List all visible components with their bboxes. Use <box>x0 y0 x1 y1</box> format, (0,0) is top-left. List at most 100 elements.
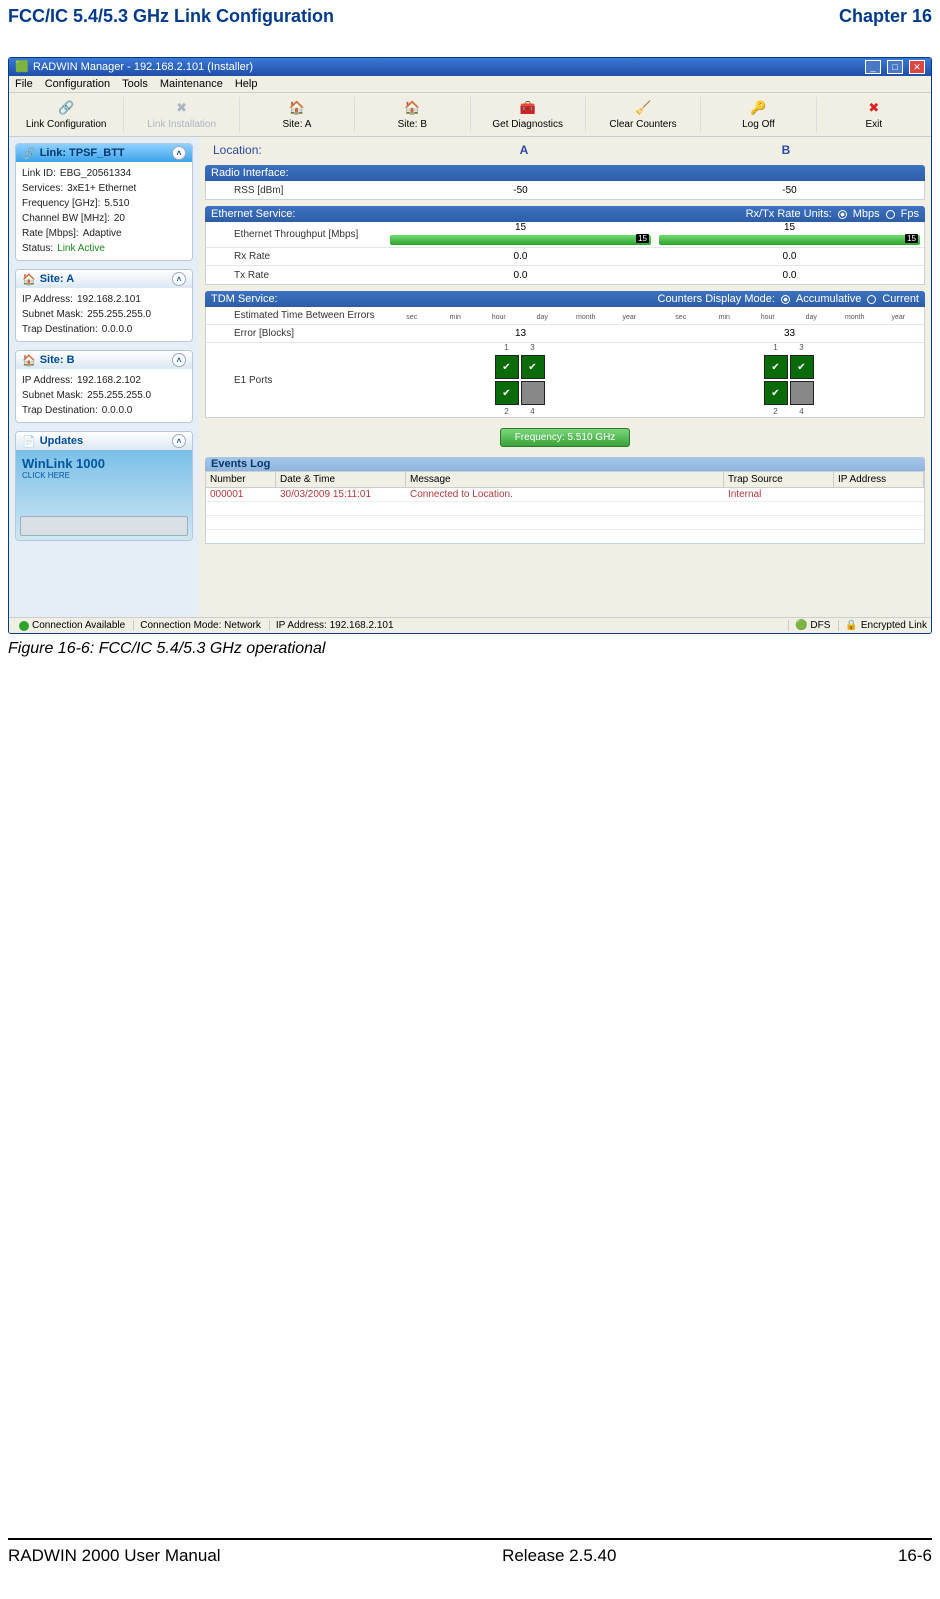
e1-port-b3[interactable]: ✔ <box>790 355 814 379</box>
status-encrypted: 🔒Encrypted Link <box>838 620 927 631</box>
e1-port-b1[interactable]: ✔ <box>764 355 788 379</box>
menu-configuration[interactable]: Configuration <box>45 78 110 90</box>
page-header: FCC/IC 5.4/5.3 GHz Link Configuration Ch… <box>8 6 932 27</box>
sidebar: 🔗 Link: TPSF_BTT ˄ Link ID:EBG_20561334 … <box>9 137 199 617</box>
chevron-up-icon[interactable]: ˄ <box>172 434 186 448</box>
tb-log-off[interactable]: 🔑Log Off <box>701 97 816 132</box>
menu-help[interactable]: Help <box>235 78 258 90</box>
tdm-section: TDM Service: Counters Display Mode: Accu… <box>205 291 925 418</box>
panel-site-b: 🏠 Site: B ˄ IP Address:192.168.2.102 Sub… <box>15 350 193 423</box>
link-icon: 🔗 <box>57 99 75 117</box>
panel-site-b-header[interactable]: 🏠 Site: B ˄ <box>16 351 192 369</box>
panel-link-body: Link ID:EBG_20561334 Services:3xE1+ Ethe… <box>16 162 192 260</box>
diagnostics-icon: 🧰 <box>519 99 537 117</box>
tb-link-configuration[interactable]: 🔗Link Configuration <box>9 97 124 132</box>
radio-current[interactable] <box>867 295 876 304</box>
titlebar: 🟩 RADWIN Manager - 192.168.2.101 (Instal… <box>9 58 931 76</box>
tdm-header: TDM Service: Counters Display Mode: Accu… <box>205 291 925 307</box>
menubar: File Configuration Tools Maintenance Hel… <box>9 76 931 93</box>
menu-maintenance[interactable]: Maintenance <box>160 78 223 90</box>
main-area: Location: A B Radio Interface: RSS [dBm]… <box>199 137 931 617</box>
figure-caption: Figure 16-6: FCC/IC 5.4/5.3 GHz operatio… <box>8 640 932 658</box>
e1-port-a3[interactable]: ✔ <box>521 355 545 379</box>
lock-icon: 🔒 <box>845 620 857 631</box>
ethernet-section: Ethernet Service: Rx/Tx Rate Units: Mbps… <box>205 206 925 285</box>
menu-file[interactable]: File <box>15 78 33 90</box>
events-table: Number Date & Time Message Trap Source I… <box>205 471 925 544</box>
chevron-up-icon[interactable]: ˄ <box>172 353 186 367</box>
col-number[interactable]: Number <box>206 472 276 487</box>
close-button[interactable]: ✕ <box>909 60 925 74</box>
app-title: RADWIN Manager - 192.168.2.101 (Installe… <box>33 61 253 73</box>
toolbar: 🔗Link Configuration ✖Link Installation 🏠… <box>9 93 931 137</box>
e1-port-a4[interactable] <box>521 381 545 405</box>
site-b-small-icon: 🏠 <box>22 354 36 367</box>
panel-site-b-body: IP Address:192.168.2.102 Subnet Mask:255… <box>16 369 192 422</box>
tb-site-a[interactable]: 🏠Site: A <box>240 97 355 132</box>
footer-left: RADWIN 2000 User Manual <box>8 1546 221 1566</box>
column-a-header: A <box>393 143 655 157</box>
panel-updates: 📄 Updates ˄ WinLink 1000 CLICK HERE <box>15 431 193 541</box>
radio-fps[interactable] <box>886 210 895 219</box>
panel-link: 🔗 Link: TPSF_BTT ˄ Link ID:EBG_20561334 … <box>15 143 193 261</box>
status-ip: IP Address: 192.168.2.101 <box>269 620 394 631</box>
events-header: Events Log <box>205 457 925 471</box>
device-graphic <box>20 516 188 536</box>
panel-link-header[interactable]: 🔗 Link: TPSF_BTT ˄ <box>16 144 192 162</box>
tb-site-b[interactable]: 🏠Site: B <box>355 97 470 132</box>
e1-ports-a: 13 ✔✔ ✔ 24 <box>495 343 547 417</box>
e1-port-a1[interactable]: ✔ <box>495 355 519 379</box>
header-left: FCC/IC 5.4/5.3 GHz Link Configuration <box>8 6 334 27</box>
radio-mbps[interactable] <box>838 210 847 219</box>
event-row-blank <box>206 501 924 515</box>
e1-port-a2[interactable]: ✔ <box>495 381 519 405</box>
panel-site-a-body: IP Address:192.168.2.101 Subnet Mask:255… <box>16 288 192 341</box>
footer-center: Release 2.5.40 <box>502 1546 616 1566</box>
e1-port-b2[interactable]: ✔ <box>764 381 788 405</box>
e1-port-b4[interactable] <box>790 381 814 405</box>
minimize-button[interactable]: _ <box>865 60 881 74</box>
menu-tools[interactable]: Tools <box>122 78 148 90</box>
tb-link-installation[interactable]: ✖Link Installation <box>124 97 239 132</box>
status-dfs: 🟢DFS <box>788 620 830 631</box>
footer-right: 16-6 <box>898 1546 932 1566</box>
chevron-up-icon[interactable]: ˄ <box>172 146 186 160</box>
e1-ports-b: 13 ✔✔ ✔ 24 <box>764 343 816 417</box>
page-footer: RADWIN 2000 User Manual Release 2.5.40 1… <box>8 1538 932 1566</box>
radio-section: Radio Interface: RSS [dBm]-50-50 <box>205 165 925 200</box>
col-ipaddress[interactable]: IP Address <box>834 472 924 487</box>
status-dot-icon <box>19 621 29 631</box>
event-row[interactable]: 000001 30/03/2009 15:11:01 Connected to … <box>206 488 924 501</box>
chevron-up-icon[interactable]: ˄ <box>172 272 186 286</box>
updates-promo[interactable]: WinLink 1000 CLICK HERE <box>16 450 192 540</box>
status-connection: Connection Available <box>13 620 125 631</box>
events-section: Events Log Number Date & Time Message Tr… <box>205 457 925 544</box>
col-datetime[interactable]: Date & Time <box>276 472 406 487</box>
timescale-a: secminhourdaymonthyear <box>386 311 655 321</box>
throughput-bar-a: 015 <box>390 233 651 247</box>
header-right: Chapter 16 <box>839 6 932 27</box>
clear-icon: 🧹 <box>634 99 652 117</box>
col-trapsource[interactable]: Trap Source <box>724 472 834 487</box>
panel-site-a: 🏠 Site: A ˄ IP Address:192.168.2.101 Sub… <box>15 269 193 342</box>
tb-clear-counters[interactable]: 🧹Clear Counters <box>586 97 701 132</box>
ethernet-header: Ethernet Service: Rx/Tx Rate Units: Mbps… <box>205 206 925 222</box>
install-icon: ✖ <box>173 99 191 117</box>
maximize-button[interactable]: □ <box>887 60 903 74</box>
exit-icon: ✖ <box>865 99 883 117</box>
tb-exit[interactable]: ✖Exit <box>817 97 931 132</box>
tb-diagnostics[interactable]: 🧰Get Diagnostics <box>471 97 586 132</box>
event-row-blank <box>206 515 924 529</box>
panel-site-a-header[interactable]: 🏠 Site: A ˄ <box>16 270 192 288</box>
col-message[interactable]: Message <box>406 472 724 487</box>
throughput-bar-b: 015 <box>659 233 920 247</box>
site-b-icon: 🏠 <box>403 99 421 117</box>
updates-icon: 📄 <box>22 435 36 448</box>
event-row-blank <box>206 529 924 543</box>
frequency-badge: Frequency: 5.510 GHz <box>500 428 631 447</box>
radio-accumulative[interactable] <box>781 295 790 304</box>
site-a-icon: 🏠 <box>288 99 306 117</box>
panel-updates-header[interactable]: 📄 Updates ˄ <box>16 432 192 450</box>
radio-header: Radio Interface: <box>205 165 925 181</box>
link-small-icon: 🔗 <box>22 147 36 160</box>
